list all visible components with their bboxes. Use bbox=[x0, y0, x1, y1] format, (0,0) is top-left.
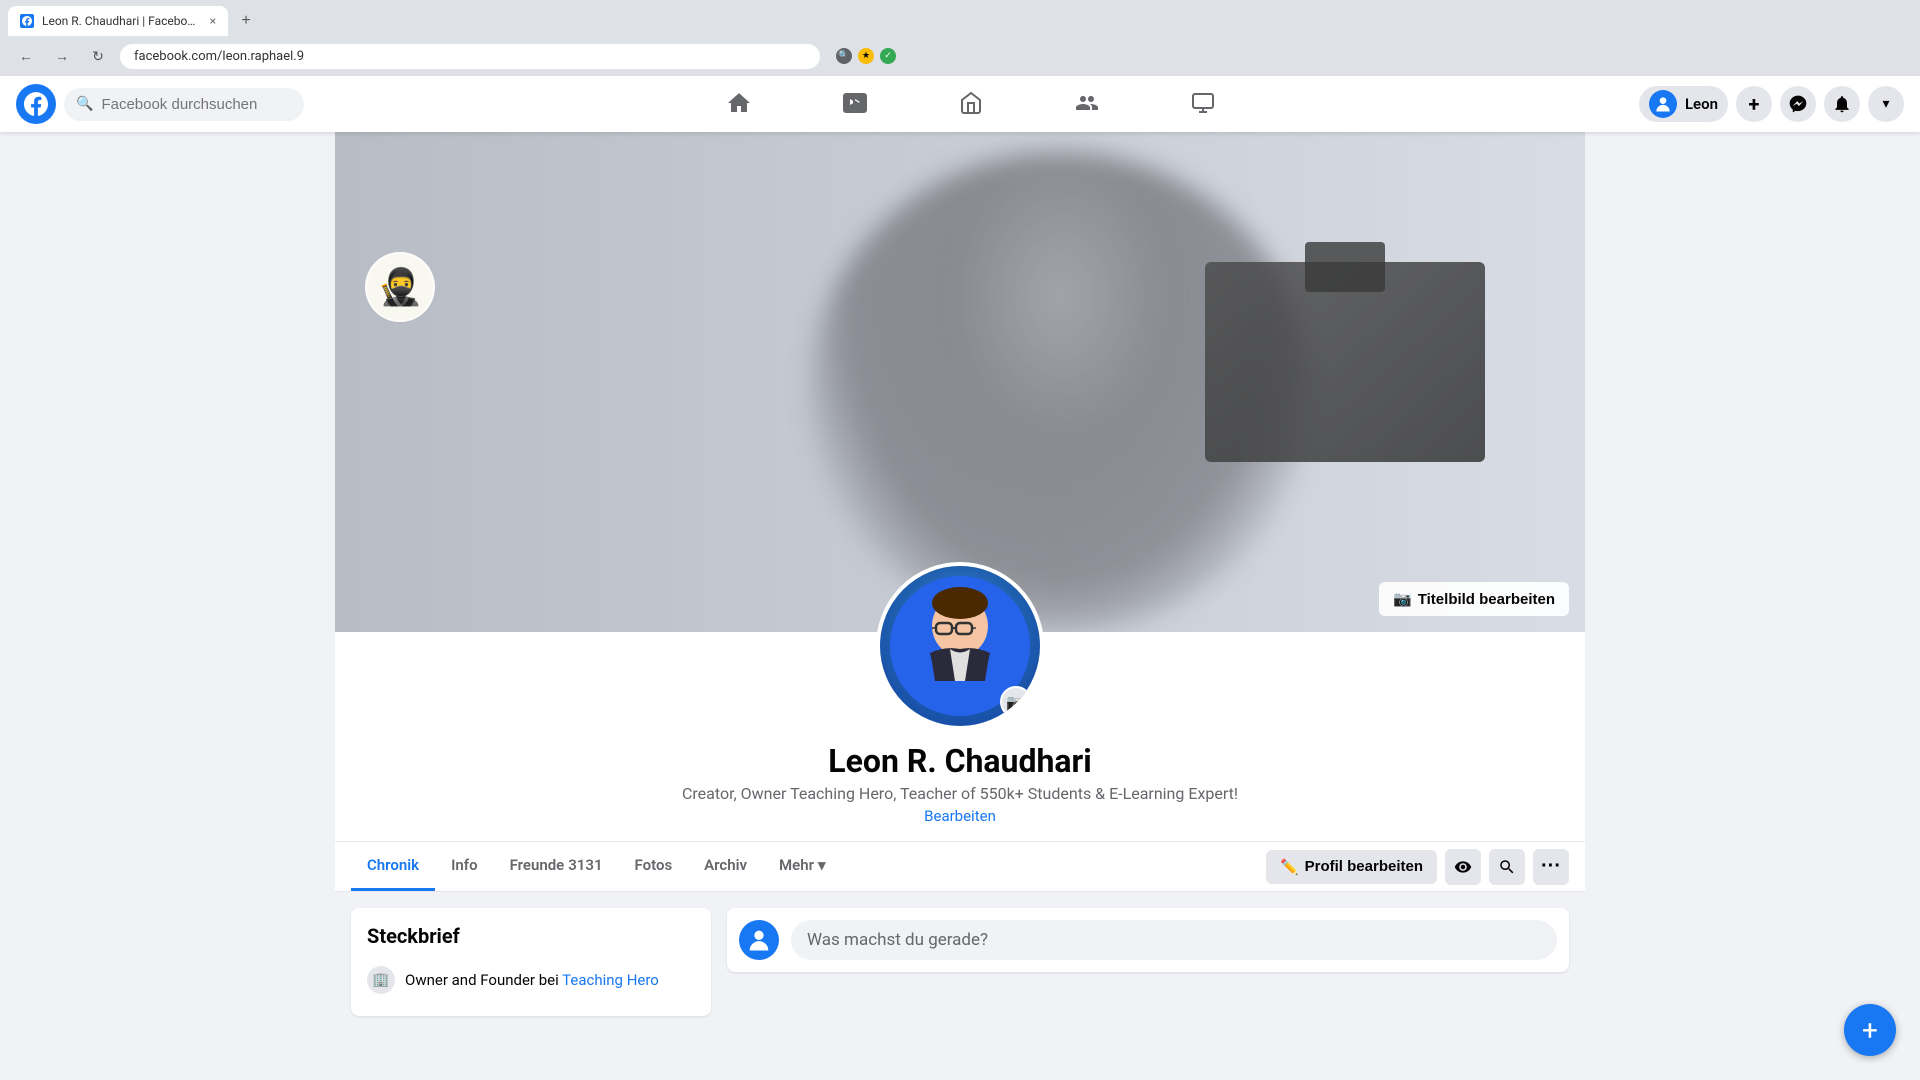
active-tab[interactable]: Leon R. Chaudhari | Facebook × bbox=[8, 6, 228, 36]
new-tab-btn[interactable]: + bbox=[232, 7, 260, 35]
tab-archiv[interactable]: Archiv bbox=[688, 842, 763, 891]
tab-fotos[interactable]: Fotos bbox=[619, 842, 689, 891]
search-icon: 🔍 bbox=[76, 96, 93, 112]
post-avatar bbox=[739, 920, 779, 960]
facebook-navbar: 🔍 Leon + bbox=[0, 76, 1920, 132]
nav-video[interactable] bbox=[799, 80, 911, 128]
profile-content: Steckbrief 🏢 Owner and Founder bei Teach… bbox=[335, 892, 1585, 1048]
mehr-chevron-icon: ▾ bbox=[818, 856, 826, 874]
add-btn[interactable]: + bbox=[1736, 86, 1772, 122]
profile-avatar[interactable]: 📷 bbox=[876, 562, 1044, 730]
address-bar-area: ← → ↻ facebook.com/leon.raphael.9 🔍 ★ ✓ bbox=[0, 36, 1920, 76]
teaching-hero-link[interactable]: Teaching Hero bbox=[562, 971, 659, 989]
view-as-btn[interactable] bbox=[1445, 849, 1481, 885]
steckbrief-text: Owner and Founder bei Teaching Hero bbox=[405, 971, 659, 989]
back-btn[interactable]: ← bbox=[12, 42, 40, 70]
avatar-camera-btn[interactable]: 📷 bbox=[1000, 686, 1032, 718]
steckbrief-card: Steckbrief 🏢 Owner and Founder bei Teach… bbox=[351, 908, 711, 1016]
freunde-label: Freunde bbox=[510, 856, 565, 874]
ext-icon-2: ★ bbox=[858, 48, 874, 64]
cover-background bbox=[335, 132, 1585, 632]
profile-left-column: Steckbrief 🏢 Owner and Founder bei Teach… bbox=[351, 908, 711, 1032]
browser-tabs: Leon R. Chaudhari | Facebook × + bbox=[0, 0, 1920, 36]
post-input[interactable]: Was machst du gerade? bbox=[791, 920, 1557, 960]
messenger-btn[interactable] bbox=[1780, 86, 1816, 122]
nav-gaming[interactable] bbox=[1147, 80, 1259, 128]
forward-btn[interactable]: → bbox=[48, 42, 76, 70]
steckbrief-item: 🏢 Owner and Founder bei Teaching Hero bbox=[367, 960, 695, 1000]
nav-center bbox=[312, 80, 1631, 128]
url-bar[interactable]: facebook.com/leon.raphael.9 bbox=[120, 44, 820, 69]
user-name-label: Leon bbox=[1685, 95, 1718, 113]
ext-icon-3: ✓ bbox=[880, 48, 896, 64]
profile-info: Leon R. Chaudhari Creator, Owner Teachin… bbox=[335, 730, 1585, 829]
edit-profile-btn[interactable]: ✏️ Profil bearbeiten bbox=[1266, 850, 1437, 884]
profile-actions: ✏️ Profil bearbeiten ··· bbox=[1266, 849, 1569, 885]
notifications-btn[interactable] bbox=[1824, 86, 1860, 122]
edit-icon: ✏️ bbox=[1280, 858, 1299, 876]
profile-photo-area: 📷 bbox=[335, 562, 1585, 730]
ext-icon-1: 🔍 bbox=[836, 48, 852, 64]
facebook-logo[interactable] bbox=[16, 84, 56, 124]
user-avatar bbox=[1649, 90, 1677, 118]
profile-nav: Chronik Info Freunde3131 Fotos Archiv Me… bbox=[335, 842, 1585, 892]
work-icon: 🏢 bbox=[367, 966, 395, 994]
nav-marketplace[interactable] bbox=[915, 80, 1027, 128]
more-options-btn[interactable]: ··· bbox=[1533, 849, 1569, 885]
mehr-label: Mehr bbox=[779, 856, 814, 874]
tab-mehr[interactable]: Mehr ▾ bbox=[763, 842, 842, 891]
profile-name: Leon R. Chaudhari bbox=[335, 742, 1585, 780]
menu-btn[interactable]: ▾ bbox=[1868, 86, 1904, 122]
user-profile-btn[interactable]: Leon bbox=[1639, 86, 1728, 122]
cover-photo-area: 🥷 📷 Titelbild bearbeiten bbox=[335, 132, 1585, 632]
tab-title: Leon R. Chaudhari | Facebook bbox=[42, 14, 198, 28]
friends-count: 3131 bbox=[568, 856, 602, 874]
edit-profile-label: Profil bearbeiten bbox=[1305, 858, 1423, 875]
search-input[interactable] bbox=[101, 96, 292, 113]
profile-right-column: Was machst du gerade? bbox=[727, 908, 1569, 1032]
floating-add-btn[interactable]: + bbox=[1844, 1004, 1896, 1056]
profile-bio: Creator, Owner Teaching Hero, Teacher of… bbox=[335, 784, 1585, 803]
tab-freunde[interactable]: Freunde3131 bbox=[494, 842, 619, 891]
profile-header-bg: 📷 Leon R. Chaudhari Creator, Owner Teach… bbox=[335, 562, 1585, 892]
profile-wrapper: 🥷 📷 Titelbild bearbeiten bbox=[335, 132, 1585, 1048]
browser-extension-icons: 🔍 ★ ✓ bbox=[836, 48, 896, 64]
url-text: facebook.com/leon.raphael.9 bbox=[134, 49, 304, 64]
edit-bio-link[interactable]: Bearbeiten bbox=[924, 807, 996, 825]
nav-groups[interactable] bbox=[1031, 80, 1143, 128]
nav-right: Leon + ▾ bbox=[1639, 86, 1904, 122]
steckbrief-title: Steckbrief bbox=[367, 924, 695, 948]
post-box: Was machst du gerade? bbox=[727, 908, 1569, 972]
refresh-btn[interactable]: ↻ bbox=[84, 42, 112, 70]
search-profile-btn[interactable] bbox=[1489, 849, 1525, 885]
tab-favicon bbox=[20, 14, 34, 28]
tab-info[interactable]: Info bbox=[435, 842, 494, 891]
search-box[interactable]: 🔍 bbox=[64, 88, 304, 121]
nav-home[interactable] bbox=[683, 80, 795, 128]
corner-character-icon: 🥷 bbox=[365, 252, 435, 322]
tab-close-btn[interactable]: × bbox=[210, 14, 216, 28]
tab-chronik[interactable]: Chronik bbox=[351, 842, 435, 891]
